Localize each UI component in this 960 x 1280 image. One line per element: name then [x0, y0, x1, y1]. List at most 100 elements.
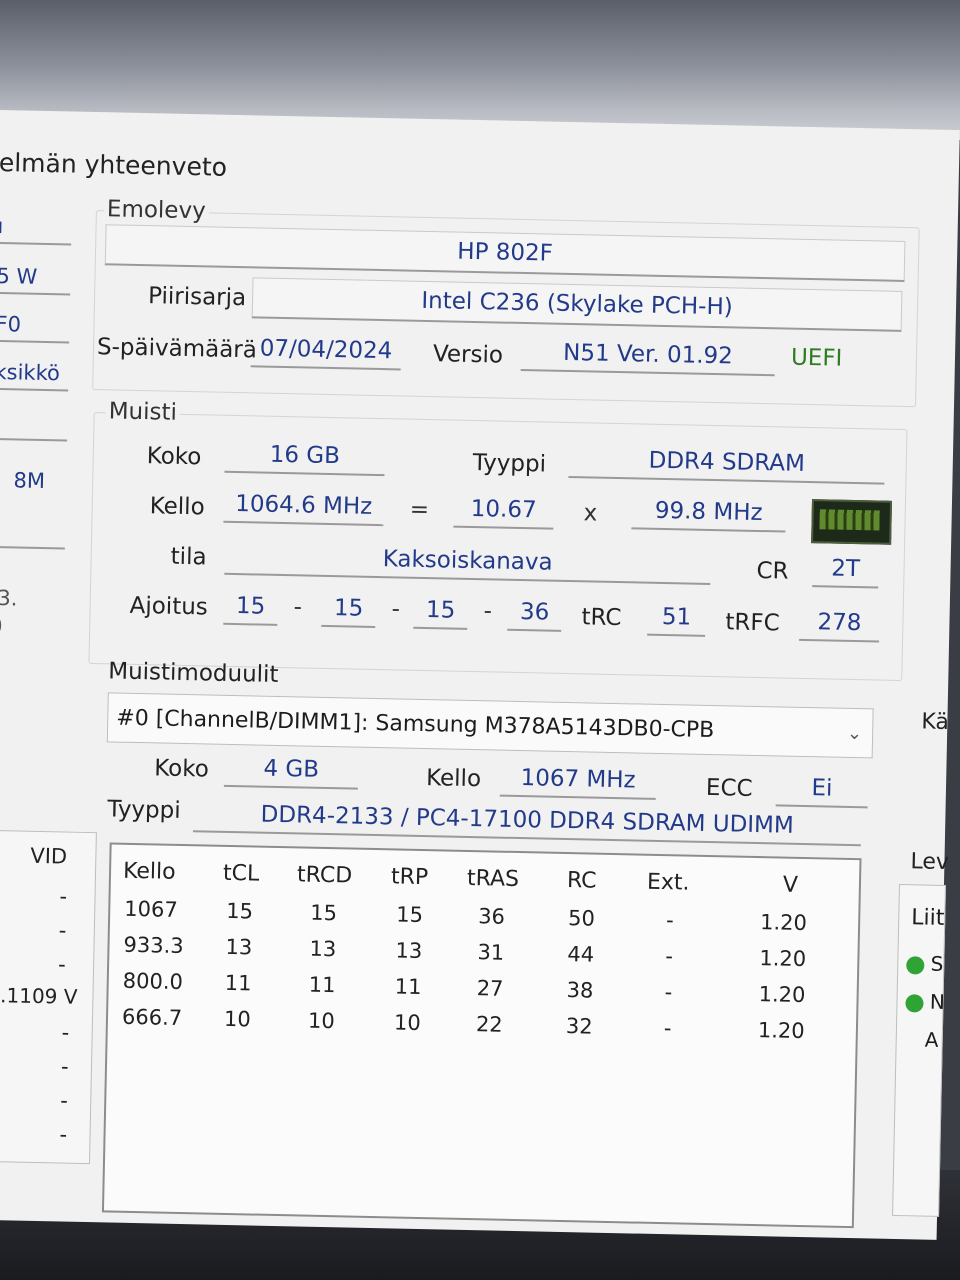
vid-value-7: -	[60, 1088, 69, 1113]
right-label-6: A	[924, 1027, 939, 1052]
vid-value-8: -	[59, 1122, 68, 1147]
timing-trcd: 15	[321, 590, 376, 628]
cell-trp: 10	[393, 1010, 421, 1036]
cell-voltage: 1.20	[759, 910, 808, 936]
memory-clock-value: 1064.6 MHz	[223, 486, 385, 527]
cell-tcl: 10	[223, 1006, 251, 1032]
right-label-1: Kä	[921, 709, 950, 736]
chevron-down-icon[interactable]: ⌄	[847, 709, 863, 759]
cell-clock: 666.7	[121, 1004, 183, 1031]
cell-voltage: 1.20	[757, 1018, 805, 1044]
col-header-voltage: V	[782, 872, 799, 898]
memory-multiplier: 10.67	[453, 491, 555, 530]
col-header-rc: RC	[566, 868, 597, 894]
cell-tcl: 13	[225, 934, 253, 960]
channel-mode-label: tila	[170, 543, 207, 571]
cell-trp: 15	[395, 902, 424, 928]
cell-clock: 933.3	[123, 932, 184, 959]
command-rate-label: CR	[756, 557, 789, 585]
timing-dash-3: -	[483, 598, 493, 625]
cell-clock: 800.0	[122, 968, 184, 995]
memory-bus-clock: 99.8 MHz	[631, 493, 787, 533]
memory-type-value: DDR4 SDRAM	[568, 441, 886, 485]
col-header-trp: tRP	[390, 864, 429, 891]
cell-tras: 36	[477, 904, 506, 929]
cell-trcd: 13	[309, 936, 337, 962]
ecc-value: Ei	[775, 770, 869, 809]
cell-clock: 1067	[124, 896, 178, 922]
cell-ext: -	[664, 980, 673, 1005]
trfc-label: tRFC	[725, 609, 780, 637]
vid-value-2: -	[58, 918, 67, 943]
col-header-trcd: tRCD	[296, 862, 353, 889]
trc-value: 51	[647, 599, 706, 637]
memory-size-value: 16 GB	[224, 436, 386, 477]
left-cell-3: F0	[0, 307, 70, 344]
memory-size-label: Koko	[146, 443, 202, 471]
cell-rc: 44	[567, 942, 595, 967]
module-select-value: #0 [ChannelB/DIMM1]: Samsung M378A5143DB…	[116, 705, 715, 744]
times-sign: x	[583, 500, 598, 527]
left-cell-6: 8M	[13, 468, 46, 494]
timing-tras: 36	[507, 594, 562, 632]
table-row: 1067 15 15 15 36 50 - 1.20	[112, 844, 860, 935]
cell-tras: 22	[475, 1012, 503, 1037]
vid-header: VID	[30, 843, 68, 869]
voltage-panel: VID - - - 1.1109 V - - - -	[0, 829, 97, 1165]
module-clock-label: Kello	[425, 765, 482, 793]
timing-label: Ajoitus	[129, 592, 209, 621]
window-title: elmän yhteenveto	[0, 147, 228, 182]
timing-trp: 15	[413, 592, 468, 630]
cell-tras: 27	[476, 976, 504, 1001]
right-label-2: Lev	[910, 849, 950, 876]
timing-dash-1: -	[293, 594, 303, 621]
equals-sign: =	[409, 496, 430, 524]
trfc-value: 278	[799, 604, 880, 643]
col-header-clock: Kello	[122, 858, 176, 885]
module-clock-value: 1067 MHz	[499, 760, 657, 800]
table-row: 800.0 11 11 11 27 38 - 1.20	[112, 844, 860, 1007]
cell-tcl: 11	[224, 970, 252, 996]
module-type-value: DDR4-2133 / PC4-17100 DDR4 SDRAM UDIMM	[192, 796, 862, 847]
cell-ext: -	[665, 908, 675, 933]
vid-value-6: -	[60, 1054, 69, 1079]
left-cell-5	[0, 405, 68, 442]
table-row: 666.7 10 10 10 22 32 - 1.20	[112, 844, 860, 1043]
cell-rc: 50	[567, 906, 596, 931]
left-cell-9: 0	[0, 613, 3, 639]
cell-voltage: 1.20	[759, 946, 807, 972]
left-cell-2: 5 W	[0, 259, 71, 296]
col-header-ext: Ext.	[646, 869, 690, 896]
left-column: ı 5 W F0 ksikkö 8M -3. 0	[0, 209, 76, 638]
version-label: Versio	[432, 341, 504, 369]
cell-trcd: 15	[310, 900, 338, 926]
col-header-tcl: tCL	[222, 860, 260, 887]
command-rate-value: 2T	[812, 551, 879, 589]
module-type-label: Tyyppi	[107, 796, 181, 824]
left-cell-4: ksikkö	[0, 355, 69, 392]
right-panel: Liit S N A	[892, 883, 946, 1217]
memory-clock-label: Kello	[149, 493, 205, 521]
table-row: 933.3 13 13 13 31 44 - 1.20	[112, 844, 860, 971]
col-header-tras: tRAS	[466, 865, 520, 893]
vid-value-4: 1.1109 V	[0, 982, 78, 1009]
right-label-4: S	[930, 951, 944, 976]
modules-group-label: Muistimoduulit	[107, 658, 279, 688]
status-row-2: N	[905, 989, 945, 1014]
cell-trcd: 11	[308, 972, 336, 998]
memory-type-label: Tyyppi	[472, 449, 547, 478]
module-size-value: 4 GB	[223, 750, 359, 790]
module-select-dropdown[interactable]: #0 [ChannelB/DIMM1]: Samsung M378A5143DB…	[106, 692, 874, 759]
motherboard-group-label: Emolevy	[103, 196, 209, 225]
check-circle-icon	[905, 993, 924, 1013]
vid-value-1: -	[59, 884, 68, 909]
cell-rc: 32	[565, 1014, 593, 1039]
left-cell-7	[0, 513, 66, 550]
trc-label: tRC	[581, 604, 622, 632]
timing-dash-2: -	[391, 596, 401, 623]
vid-value-5: -	[61, 1020, 70, 1045]
cell-tras: 31	[477, 940, 505, 965]
ecc-label: ECC	[705, 774, 753, 802]
bios-date-value: 07/04/2024	[250, 331, 402, 371]
cell-trp: 13	[395, 938, 423, 964]
